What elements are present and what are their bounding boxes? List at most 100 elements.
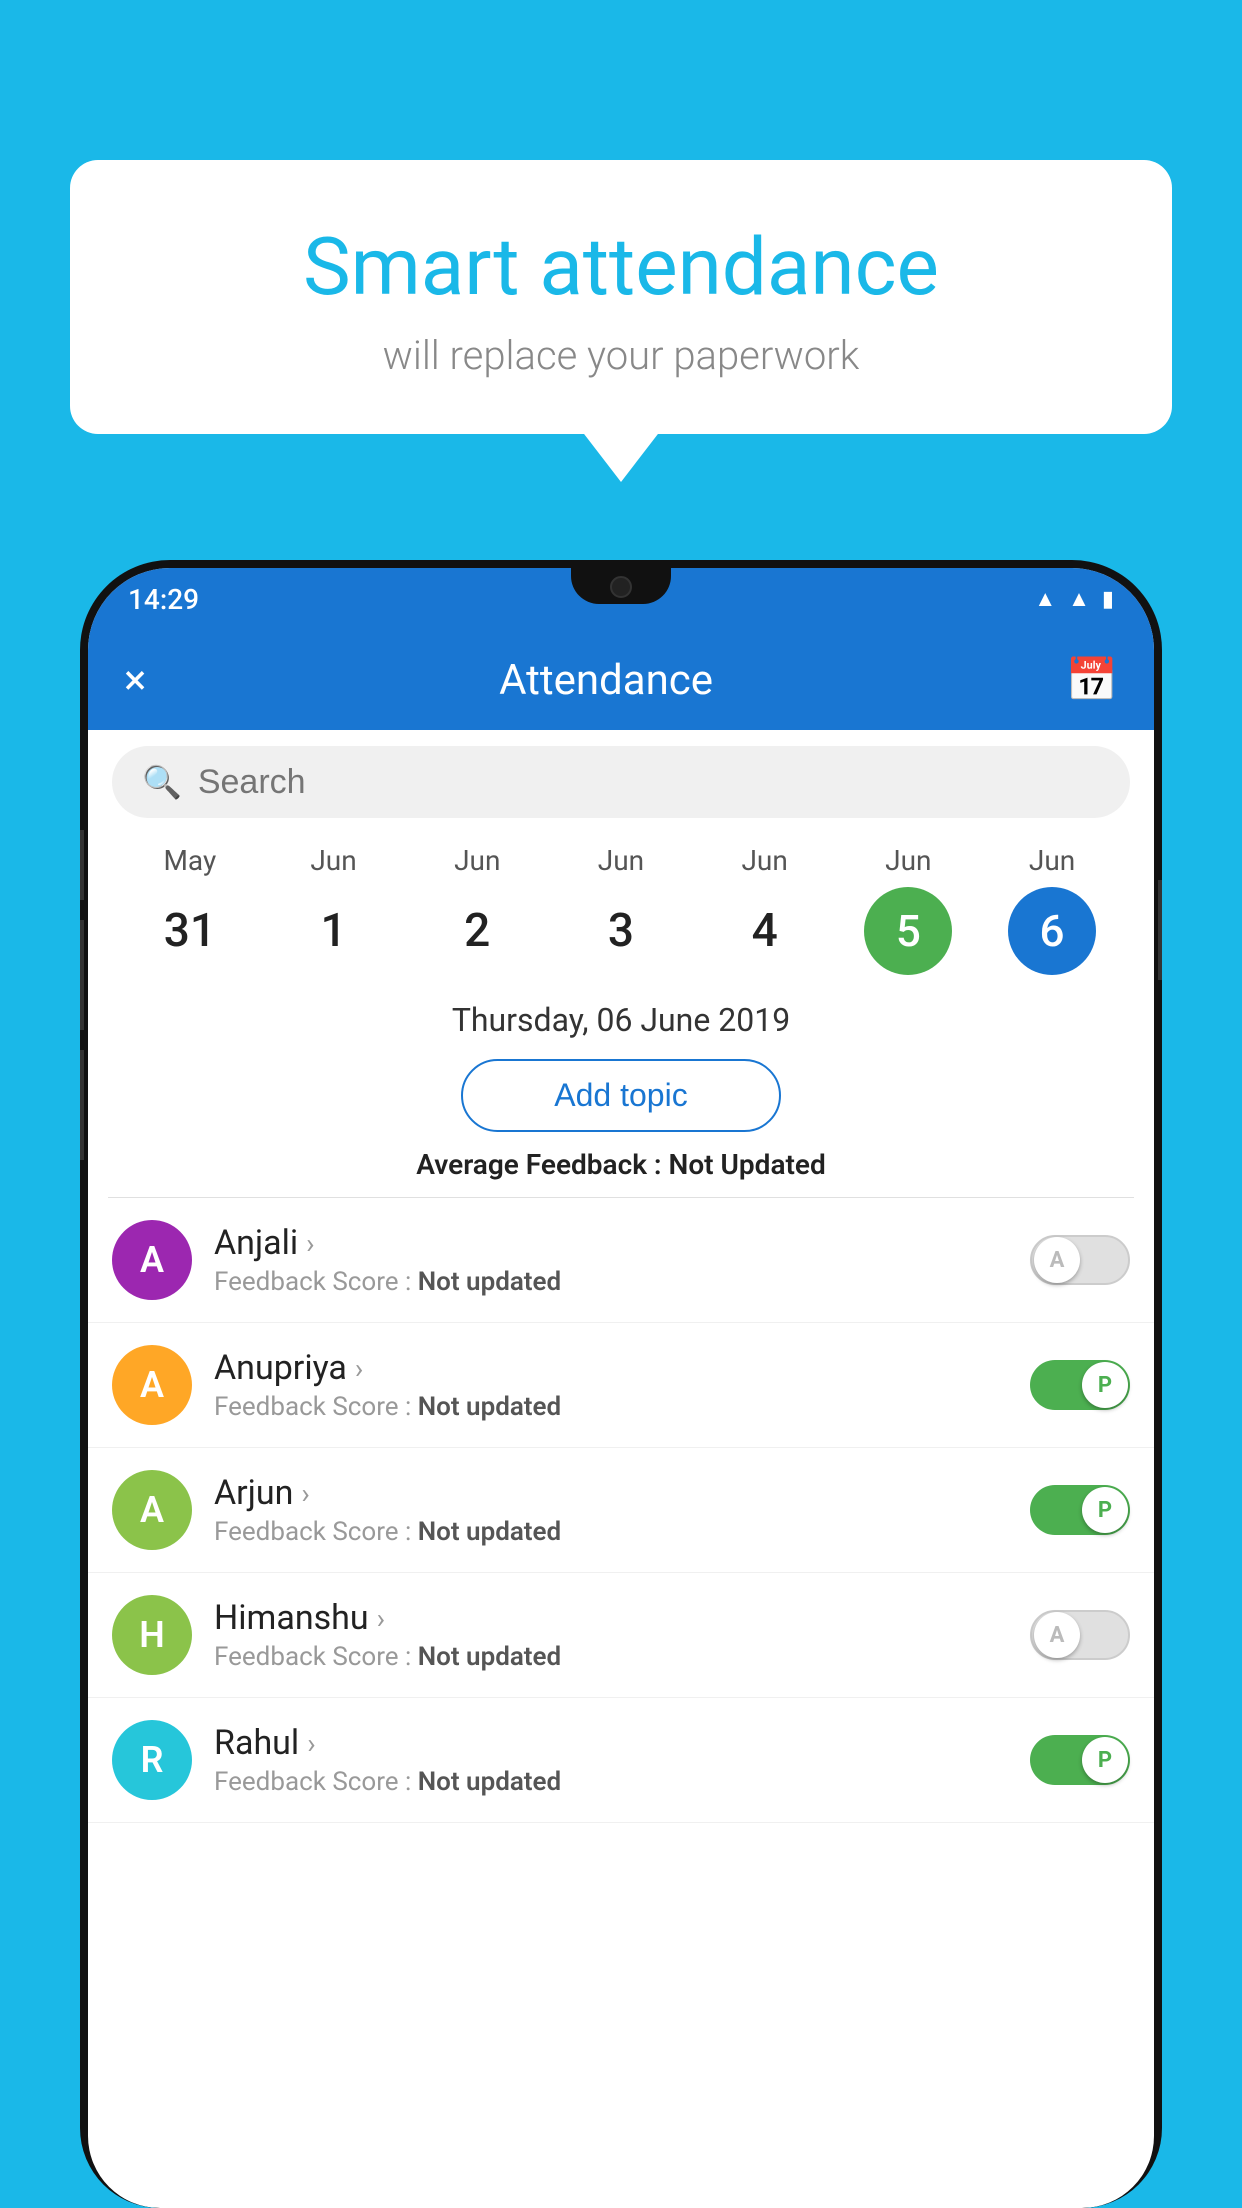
student-item: A Arjun › Feedback Score : Not updated P [88, 1448, 1154, 1573]
phone-inner: 14:29 ▲ ▲ ▮ × Attendance 📅 🔍 [88, 568, 1154, 2208]
attendance-toggle[interactable]: P [1030, 1485, 1130, 1535]
cal-date-wrapper-6[interactable]: 6 [987, 887, 1117, 975]
cal-date-2: 2 [412, 904, 542, 958]
student-name[interactable]: Anjali › [214, 1223, 1030, 1263]
toggle-knob: A [1034, 1612, 1080, 1658]
chevron-right-icon: › [301, 1477, 309, 1510]
student-score: Feedback Score : Not updated [214, 1642, 1030, 1672]
score-value: Not updated [418, 1392, 561, 1422]
student-name[interactable]: Himanshu › [214, 1598, 1030, 1638]
search-input[interactable] [198, 763, 1100, 802]
status-time: 14:29 [128, 583, 199, 616]
score-value: Not updated [418, 1267, 561, 1297]
app-bar: × Attendance 📅 [88, 630, 1154, 730]
calendar-dates: 31 1 2 3 4 5 6 [108, 877, 1134, 985]
calendar-months: May Jun Jun Jun Jun Jun Jun [108, 844, 1134, 877]
calendar-strip: May Jun Jun Jun Jun Jun Jun 31 1 2 3 4 5… [88, 834, 1154, 985]
chevron-right-icon: › [355, 1352, 363, 1385]
volume-up-button [80, 920, 84, 1030]
phone-frame: 14:29 ▲ ▲ ▮ × Attendance 📅 🔍 [80, 560, 1162, 2208]
student-score: Feedback Score : Not updated [214, 1267, 1030, 1297]
student-item: A Anjali › Feedback Score : Not updated … [88, 1198, 1154, 1323]
student-name[interactable]: Arjun › [214, 1473, 1030, 1513]
cal-date-wrapper-2[interactable]: 2 [412, 904, 542, 958]
cal-date-0: 31 [125, 904, 255, 958]
cal-date-1: 1 [269, 904, 399, 958]
camera [610, 576, 632, 598]
close-icon[interactable]: × [124, 656, 146, 705]
toggle-knob: P [1082, 1737, 1128, 1783]
student-list: A Anjali › Feedback Score : Not updated … [88, 1198, 1154, 1823]
avg-feedback-label: Average Feedback : [416, 1148, 661, 1181]
cal-month-5: Jun [843, 844, 973, 877]
toggle-knob: P [1082, 1487, 1128, 1533]
search-bar[interactable]: 🔍 [112, 746, 1130, 818]
student-name[interactable]: Rahul › [214, 1723, 1030, 1763]
battery-icon: ▮ [1102, 587, 1114, 612]
cal-date-6: 6 [1008, 887, 1096, 975]
cal-month-1: Jun [269, 844, 399, 877]
cal-month-6: Jun [987, 844, 1117, 877]
student-name[interactable]: Anupriya › [214, 1348, 1030, 1388]
student-score: Feedback Score : Not updated [214, 1767, 1030, 1797]
cal-date-wrapper-1[interactable]: 1 [269, 904, 399, 958]
cal-month-3: Jun [556, 844, 686, 877]
avatar: H [112, 1595, 192, 1675]
toggle-knob: A [1034, 1237, 1080, 1283]
cal-month-0: May [125, 844, 255, 877]
cal-date-wrapper-3[interactable]: 3 [556, 904, 686, 958]
phone-screen: 14:29 ▲ ▲ ▮ × Attendance 📅 🔍 [88, 568, 1154, 2208]
cal-date-5: 5 [864, 887, 952, 975]
student-info: Rahul › Feedback Score : Not updated [214, 1723, 1030, 1797]
avg-feedback-value: Not Updated [669, 1148, 826, 1181]
avg-feedback: Average Feedback : Not Updated [88, 1148, 1154, 1181]
cal-date-wrapper-5[interactable]: 5 [843, 887, 973, 975]
signal-icon: ▲ [1068, 586, 1090, 612]
volume-down-button [80, 1050, 84, 1160]
chevron-right-icon: › [307, 1727, 315, 1760]
cal-date-4: 4 [700, 904, 830, 958]
student-score: Feedback Score : Not updated [214, 1392, 1030, 1422]
wifi-icon: ▲ [1034, 586, 1056, 612]
score-value: Not updated [418, 1642, 561, 1672]
score-value: Not updated [418, 1767, 561, 1797]
avatar: A [112, 1345, 192, 1425]
cal-date-3: 3 [556, 904, 686, 958]
avatar: R [112, 1720, 192, 1800]
student-item: R Rahul › Feedback Score : Not updated P [88, 1698, 1154, 1823]
cal-date-wrapper-4[interactable]: 4 [700, 904, 830, 958]
status-icons: ▲ ▲ ▮ [1034, 586, 1114, 612]
volume-button-right [1158, 880, 1162, 980]
cal-month-4: Jun [700, 844, 830, 877]
student-info: Anupriya › Feedback Score : Not updated [214, 1348, 1030, 1422]
score-value: Not updated [418, 1517, 561, 1547]
cal-date-wrapper-0[interactable]: 31 [125, 904, 255, 958]
attendance-toggle[interactable]: A [1030, 1610, 1130, 1660]
student-item: H Himanshu › Feedback Score : Not update… [88, 1573, 1154, 1698]
add-topic-button[interactable]: Add topic [461, 1059, 781, 1132]
speech-bubble-wrapper: Smart attendance will replace your paper… [70, 160, 1172, 434]
attendance-toggle[interactable]: P [1030, 1360, 1130, 1410]
student-item: A Anupriya › Feedback Score : Not update… [88, 1323, 1154, 1448]
toggle-knob: P [1082, 1362, 1128, 1408]
student-info: Anjali › Feedback Score : Not updated [214, 1223, 1030, 1297]
chevron-right-icon: › [377, 1602, 385, 1635]
student-score: Feedback Score : Not updated [214, 1517, 1030, 1547]
app-bar-title: Attendance [146, 656, 1065, 705]
power-button [80, 830, 84, 900]
avatar: A [112, 1220, 192, 1300]
attendance-toggle[interactable]: P [1030, 1735, 1130, 1785]
student-info: Arjun › Feedback Score : Not updated [214, 1473, 1030, 1547]
bubble-subtitle: will replace your paperwork [130, 332, 1112, 379]
student-info: Himanshu › Feedback Score : Not updated [214, 1598, 1030, 1672]
attendance-toggle[interactable]: A [1030, 1235, 1130, 1285]
selected-date-label: Thursday, 06 June 2019 [88, 985, 1154, 1049]
search-icon: 🔍 [142, 763, 182, 801]
calendar-icon[interactable]: 📅 [1066, 656, 1118, 705]
bubble-title: Smart attendance [130, 220, 1112, 314]
chevron-right-icon: › [306, 1227, 314, 1260]
speech-bubble: Smart attendance will replace your paper… [70, 160, 1172, 434]
avatar: A [112, 1470, 192, 1550]
cal-month-2: Jun [412, 844, 542, 877]
screen-notch [571, 568, 671, 604]
